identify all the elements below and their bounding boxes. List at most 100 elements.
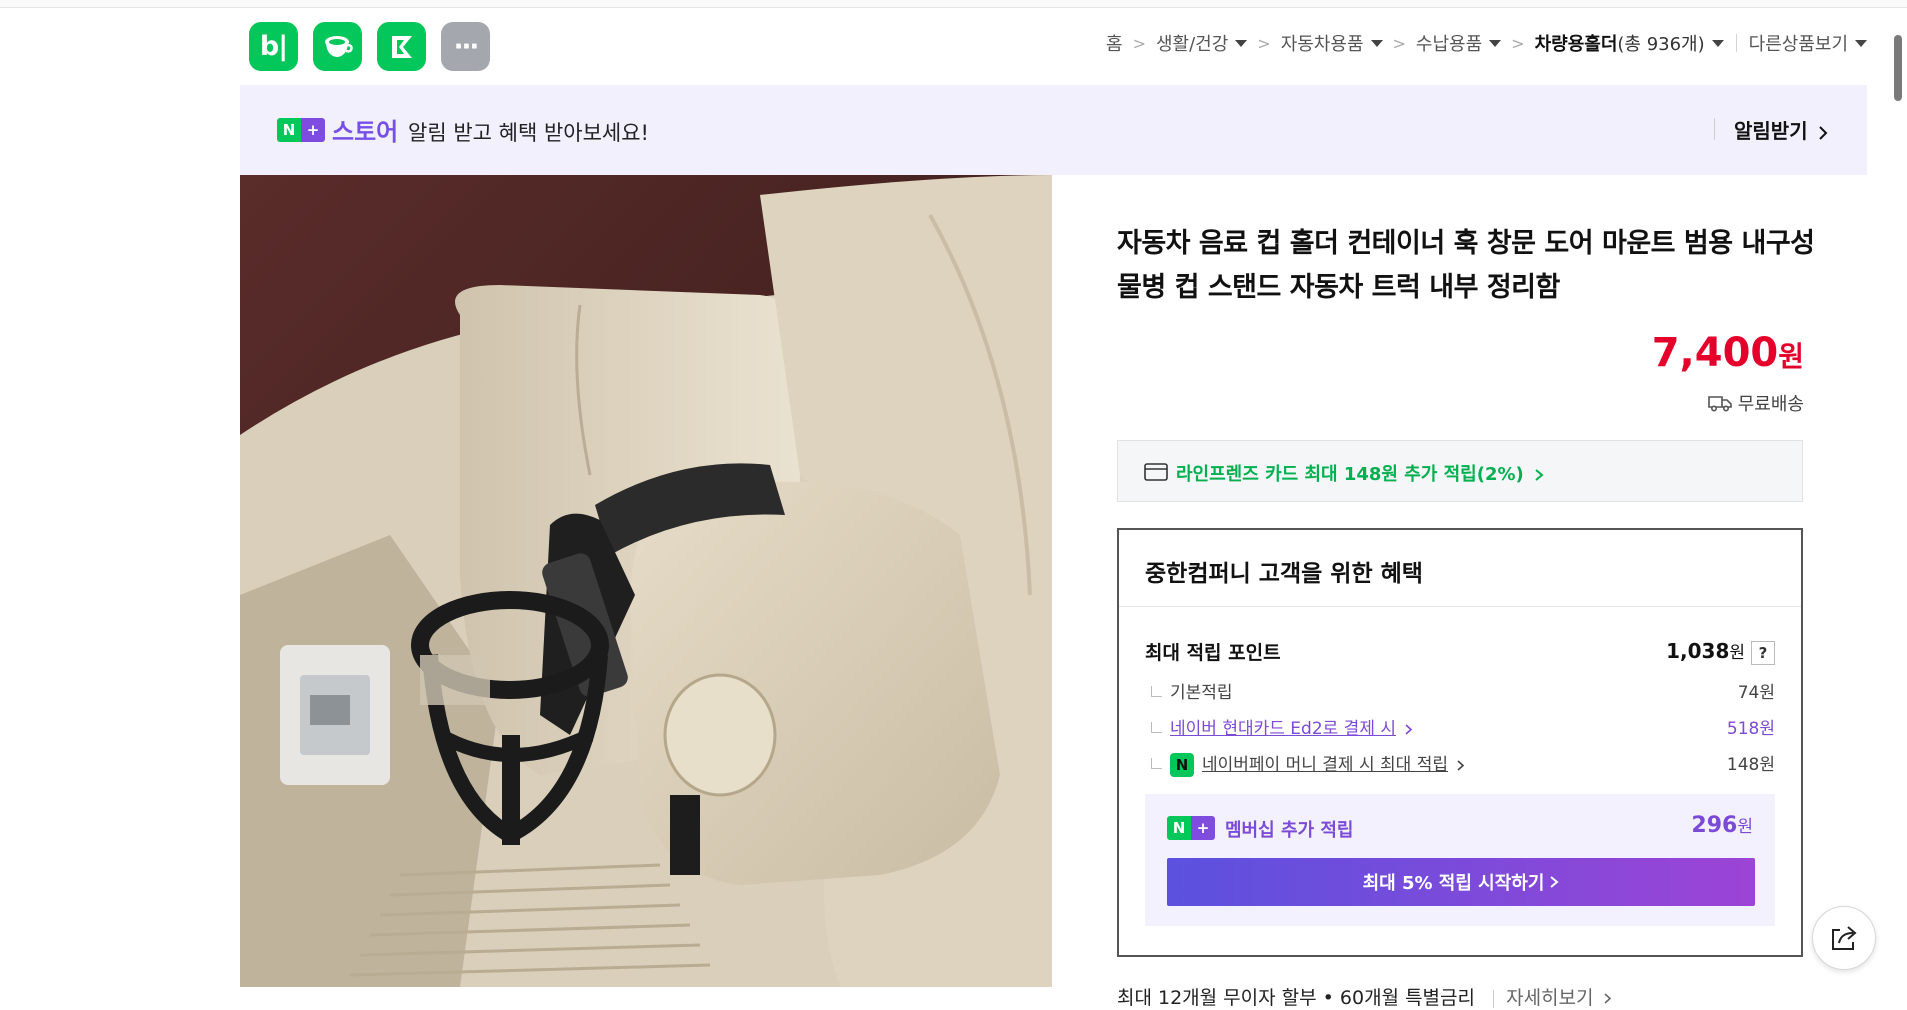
service-icons: b| ··· [249,22,490,71]
n-logo-letter: N [1167,816,1191,840]
credit-card-icon [1144,463,1168,481]
installment-info: 최대 12개월 무이자 할부 • 60개월 특별금리 자세히보기 [1117,983,1612,1010]
won-unit: 원 [1729,643,1745,663]
membership-label: 멤버십 추가 적립 [1225,820,1354,841]
chevron-down-icon [1489,39,1502,47]
page-scrollbar[interactable] [1894,35,1902,101]
breadcrumb-cat2[interactable]: 자동차용품 [1281,30,1383,56]
max-points-number: 1,038 [1666,639,1730,663]
breadcrumb-separator: > [1392,33,1406,53]
share-button[interactable] [1812,906,1876,970]
breadcrumb-cat3[interactable]: 수납용품 [1415,30,1502,56]
hyundai-card-row: 네이버 현대카드 Ed2로 결제 시 518원 [1145,714,1775,739]
npay-link[interactable]: 네이버페이 머니 결제 시 최대 적립 [1202,755,1448,775]
product-photo [240,175,1052,987]
product-price: 7,400원 [1652,330,1804,376]
bookmark-app-icon[interactable] [377,22,426,71]
chevron-right-icon [1535,469,1544,481]
npay-value: 148원 [1726,755,1775,775]
chevron-down-icon [1235,39,1248,47]
breadcrumb-count: (총 936개) [1617,34,1705,55]
nplus-logo: N + [277,118,325,142]
plus-logo-letter: + [1191,816,1215,840]
max-points-label: 최대 적립 포인트 [1145,642,1281,664]
n-logo-letter: N [277,118,301,142]
divider [1119,606,1801,607]
store-wordmark: 스토어 [332,118,399,146]
chevron-right-icon [1604,993,1611,1004]
plus-logo-letter: + [301,118,325,142]
browser-top-edge [0,0,1907,8]
breadcrumb-separator: > [1511,33,1525,53]
product-image[interactable] [240,175,1052,987]
chevron-down-icon [1855,39,1867,47]
membership-number: 296 [1691,813,1738,838]
card-benefit-text: 라인프렌즈 카드 최대 148원 추가 적립(2%) [1176,460,1544,486]
tree-branch-icon [1151,757,1162,769]
max-points-value: 1,038원? [1666,638,1775,665]
price-unit: 원 [1778,340,1804,373]
shipping-info: 무료배송 [1707,390,1804,416]
divider [1493,989,1495,1008]
blog-icon[interactable]: b| [249,22,298,71]
help-button[interactable]: ? [1751,640,1775,665]
basic-points-row: 기본적립 74원 [1145,678,1775,703]
card-benefit-banner[interactable]: 라인프렌즈 카드 최대 148원 추가 적립(2%) [1117,440,1803,502]
breadcrumb-cat4-label: 차량용홀더 [1534,34,1618,55]
truck-icon [1707,396,1732,412]
chevron-right-icon [1550,876,1559,888]
chevron-right-icon [1818,125,1827,140]
flag-icon [391,35,412,58]
naver-pay-icon: N [1170,753,1194,777]
breadcrumb-cat2-label: 자동차용품 [1280,34,1364,55]
subscribe-alarm-label: 알림받기 [1734,119,1808,143]
cup-icon [324,35,353,57]
breadcrumb: 홈 > 생활/건강 > 자동차용품 > 수납용품 > 차량용홀더 (총 936개)… [1106,30,1867,56]
breadcrumb-cat4[interactable]: 차량용홀더 (총 936개) [1535,30,1724,56]
card-benefit-label: 라인프렌즈 카드 최대 148원 추가 적립(2%) [1176,464,1524,485]
breadcrumb-cat1[interactable]: 생활/건강 [1155,30,1248,56]
breadcrumb-home[interactable]: 홈 [1106,30,1123,56]
cafe-icon[interactable] [313,22,362,71]
chevron-right-icon [1405,723,1413,735]
benefits-heading: 중한컴퍼니 고객을 위한 혜택 [1145,561,1423,587]
breadcrumb-separator: > [1132,33,1146,53]
basic-points-value: 74원 [1737,683,1775,703]
breadcrumb-home-label: 홈 [1106,34,1123,55]
breadcrumb-cat1-label: 생활/건강 [1155,34,1229,55]
tree-branch-icon [1151,685,1162,697]
price-value: 7,400 [1651,330,1779,376]
subscribe-alarm-button[interactable]: 알림받기 [1734,115,1829,144]
other-products-label: 다른상품보기 [1748,34,1848,55]
npay-row: N 네이버페이 머니 결제 시 최대 적립 148원 [1145,750,1775,777]
chevron-down-icon [1711,39,1724,47]
installment-more-link[interactable]: 자세히보기 [1506,987,1611,1009]
installment-text: 최대 12개월 무이자 할부 • 60개월 특별금리 [1117,987,1475,1009]
basic-points-label: 기본적립 [1170,683,1233,703]
tree-branch-icon [1151,721,1162,733]
hyundai-card-link[interactable]: 네이버 현대카드 Ed2로 결제 시 [1170,719,1396,739]
breadcrumb-cat3-label: 수납용품 [1415,34,1483,55]
more-apps-icon[interactable]: ··· [441,22,490,71]
breadcrumb-separator: > [1257,33,1271,53]
blog-icon-label: b| [259,31,288,62]
membership-button-label: 최대 5% 적립 시작하기 [1362,873,1545,894]
divider [1735,34,1737,52]
banner-message: 알림 받고 혜택 받아보세요! [408,121,649,145]
max-points-row: 최대 적립 포인트 1,038원? [1145,638,1775,665]
divider [1714,118,1715,140]
nplus-logo: N + [1167,816,1215,840]
hyundai-card-value: 518원 [1726,719,1775,739]
share-icon [1832,926,1857,950]
other-products-button[interactable]: 다른상품보기 [1749,30,1867,56]
membership-value: 296원 [1691,812,1753,838]
seller-benefits-box: 중한컴퍼니 고객을 위한 혜택 최대 적립 포인트 1,038원? 기본적립 7… [1117,528,1803,957]
installment-more-label: 자세히보기 [1506,987,1594,1009]
chevron-down-icon [1370,39,1383,47]
product-title: 자동차 음료 컵 홀더 컨테이너 훅 창문 도어 마운트 범용 내구성 물병 컵… [1117,228,1815,303]
shipping-label: 무료배송 [1737,394,1804,415]
chevron-right-icon [1457,759,1465,771]
store-notice-banner: N + 스토어 알림 받고 혜택 받아보세요! 알림받기 [240,85,1867,175]
membership-start-button[interactable]: 최대 5% 적립 시작하기 [1167,858,1755,906]
more-dots: ··· [453,31,480,62]
